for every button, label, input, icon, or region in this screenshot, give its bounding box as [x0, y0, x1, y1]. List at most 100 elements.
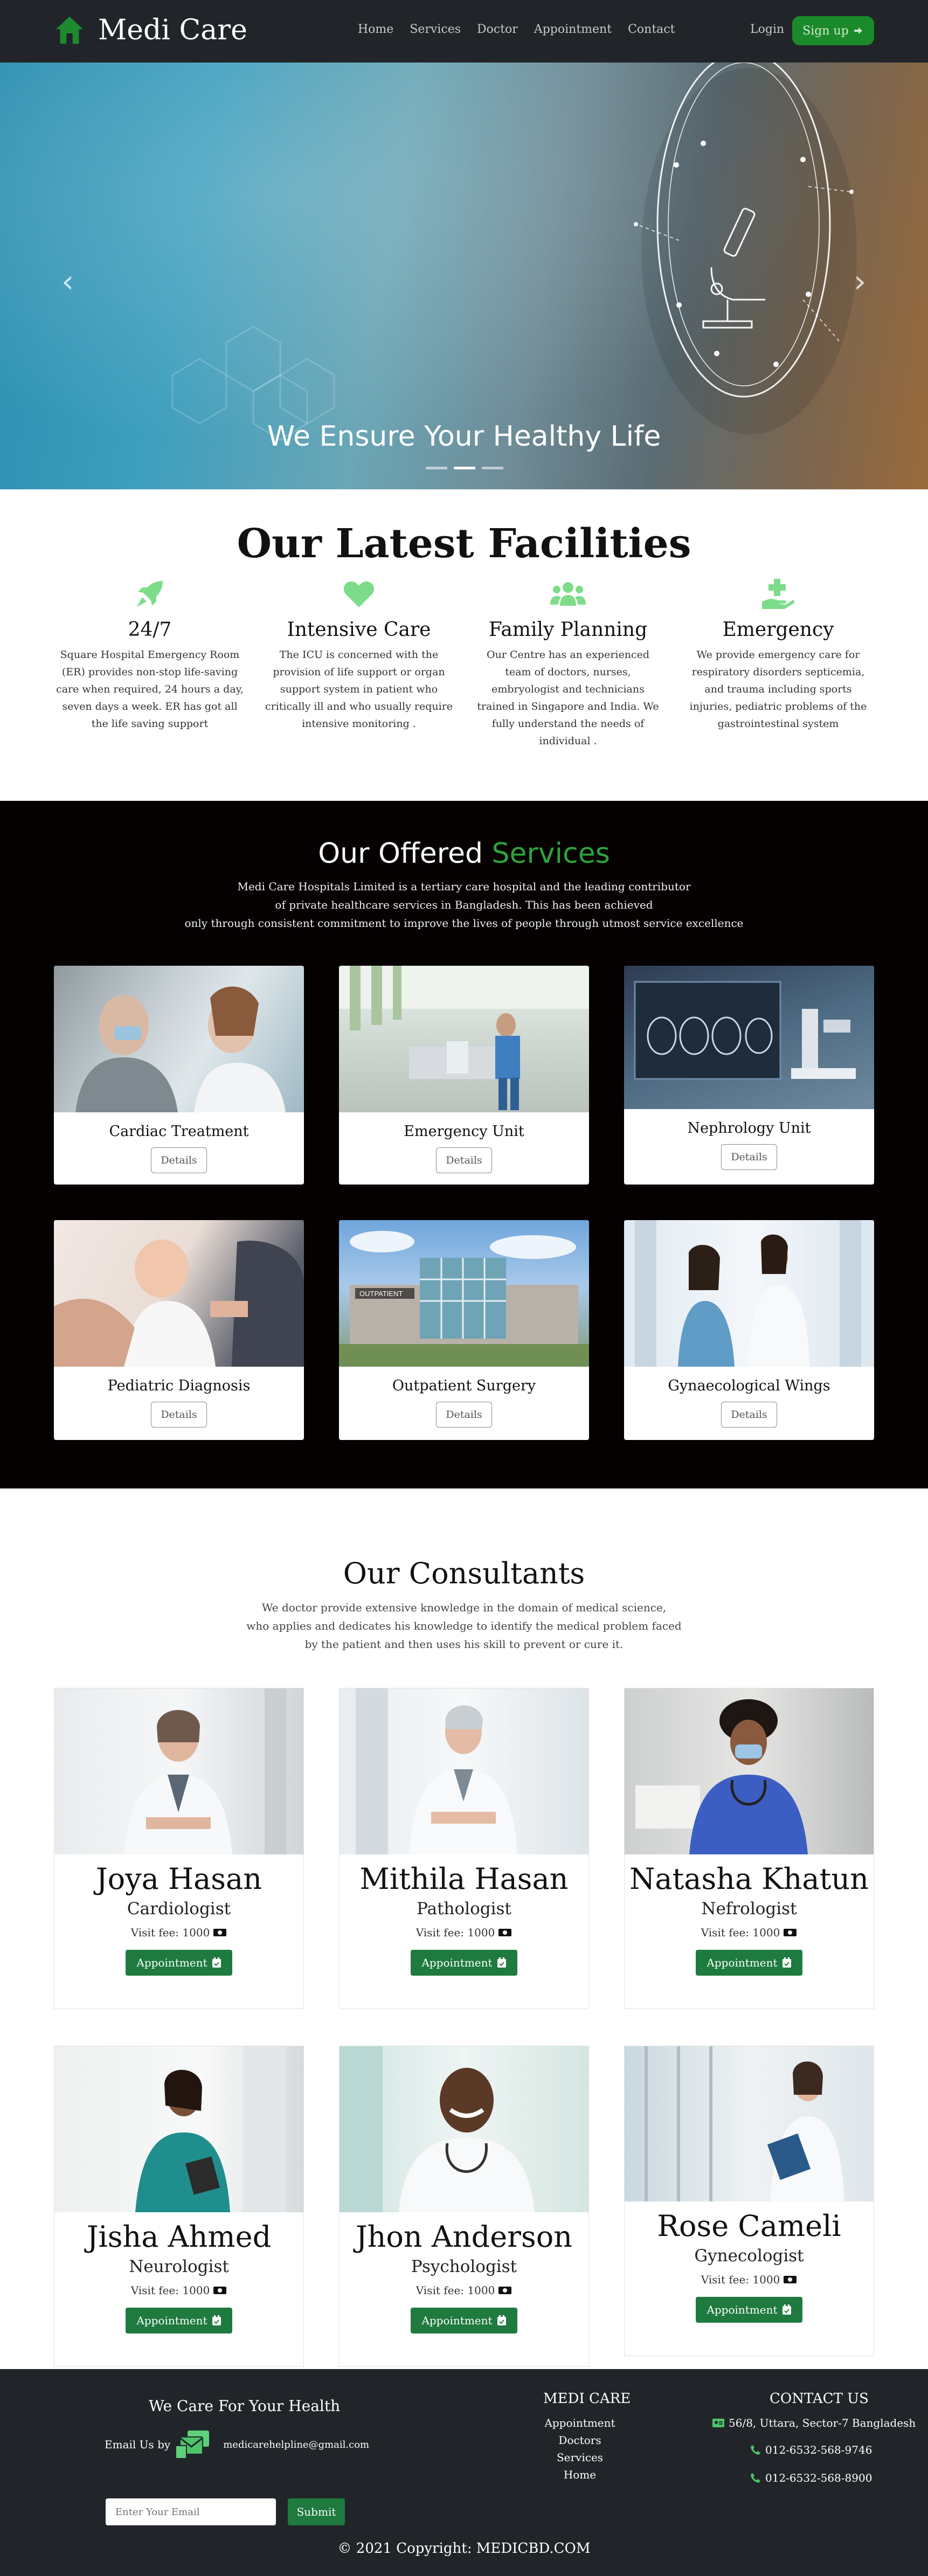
calendar-check-icon — [212, 2315, 221, 2325]
footer-phone-2: 012-6532-568-8900 — [750, 2471, 872, 2484]
facility-text: Square Hospital Emergency Room (ER) prov… — [56, 649, 244, 730]
doctor-specialty: Psychologist — [411, 2257, 517, 2276]
visit-fee-text: Visit fee: 1000 — [701, 2273, 780, 2286]
footer-address-text: 56/8, Uttara, Sector-7 Bangladesh — [729, 2416, 916, 2429]
signup-label: Sign up — [802, 24, 849, 38]
doctor-photo — [54, 2046, 303, 2212]
consultants-desc-line: We doctor provide extensive knowledge in… — [261, 1601, 667, 1614]
appointment-button[interactable]: Appointment — [126, 2308, 232, 2333]
newsletter-submit-button[interactable]: Submit — [288, 2498, 345, 2525]
service-card-cardiac: Cardiac Treatment Details — [54, 966, 304, 1185]
footer-link-home[interactable]: Home — [542, 2466, 618, 2483]
details-button[interactable]: Details — [436, 1147, 492, 1173]
calendar-check-icon — [497, 1957, 506, 1968]
carousel-prev-arrow[interactable]: ‹ — [61, 263, 74, 300]
hero-carousel: ‹ › We Ensure Your Healthy Life — [0, 63, 928, 489]
visit-fee: Visit fee: 1000 — [340, 1926, 588, 1939]
service-image-nephrology — [624, 966, 874, 1109]
home-icon — [56, 16, 84, 44]
carousel-indicator-2[interactable] — [454, 467, 475, 469]
appointment-button[interactable]: Appointment — [411, 1950, 517, 1976]
footer-email-address[interactable]: medicarehelpline@gmail.com — [223, 2439, 369, 2450]
navbar: Medi Care Home Services Doctor Appointme… — [0, 0, 928, 63]
details-button[interactable]: Details — [721, 1144, 777, 1170]
sign-in-icon — [854, 27, 862, 34]
facility-title: 24/7 — [128, 619, 172, 641]
service-name: Gynaecological Wings — [668, 1377, 830, 1394]
appointment-button[interactable]: Appointment — [696, 2297, 802, 2323]
services-title: Our Offered Services — [0, 837, 928, 870]
doctor-specialty: Nefrologist — [701, 1899, 797, 1919]
doctor-card-jhon-anderson: Jhon Anderson Psychologist Visit fee: 10… — [339, 2046, 589, 2367]
service-name: Nephrology Unit — [687, 1120, 811, 1137]
calendar-check-icon — [497, 2315, 506, 2325]
carousel-indicator-1[interactable] — [426, 467, 447, 469]
appointment-button[interactable]: Appointment — [411, 2308, 517, 2333]
services-title-main: Our Offered — [318, 837, 483, 870]
carousel-next-arrow[interactable]: › — [854, 263, 866, 300]
nav-links: Home Services Doctor Appointment Contact — [358, 23, 675, 36]
service-card-gynaecological: Gynaecological Wings Details — [624, 1220, 874, 1440]
carousel-indicator-3[interactable] — [482, 467, 503, 469]
doctor-name: Jisha Ahmed — [86, 2220, 272, 2254]
service-name: Emergency Unit — [404, 1123, 524, 1140]
nav-link-services[interactable]: Services — [410, 23, 461, 36]
brand-name: Medi Care — [98, 14, 247, 46]
heart-icon — [343, 581, 375, 607]
signup-button[interactable]: Sign up — [792, 16, 874, 45]
facility-24-7: 24/7 Square Hospital Emergency Room (ER)… — [54, 577, 246, 732]
visit-fee: Visit fee: 1000 — [340, 2284, 588, 2297]
facilities-title: Our Latest Facilities — [237, 521, 691, 567]
footer-phone-text[interactable]: 012-6532-568-9746 — [765, 2443, 872, 2456]
footer-links: Appointment Doctors Services Home — [542, 2414, 618, 2483]
carousel-indicators — [426, 467, 503, 469]
details-button[interactable]: Details — [436, 1402, 492, 1428]
appointment-label: Appointment — [136, 2314, 207, 2327]
money-bill-icon — [498, 1929, 512, 1936]
details-button[interactable]: Details — [151, 1147, 207, 1173]
nav-link-doctor[interactable]: Doctor — [477, 23, 518, 36]
services-section: Our Offered Services Medi Care Hospitals… — [0, 801, 928, 1488]
visit-fee-text: Visit fee: 1000 — [130, 1926, 210, 1939]
money-bill-icon — [784, 1929, 797, 1936]
footer-phone-text[interactable]: 012-6532-568-8900 — [765, 2471, 872, 2484]
nav-link-contact[interactable]: Contact — [628, 23, 675, 36]
visit-fee-text: Visit fee: 1000 — [130, 2284, 210, 2297]
details-button[interactable]: Details — [721, 1402, 777, 1428]
facility-family-planning: Family Planning Our Centre has an experi… — [472, 577, 664, 750]
service-name: Outpatient Surgery — [392, 1377, 536, 1394]
calendar-check-icon — [212, 1957, 221, 1968]
details-button[interactable]: Details — [151, 1402, 207, 1428]
footer-phone-1: 012-6532-568-9746 — [750, 2443, 872, 2456]
doctor-photo — [625, 1688, 874, 1854]
login-link[interactable]: Login — [750, 23, 784, 36]
footer-link-appointment[interactable]: Appointment — [542, 2414, 618, 2432]
brand[interactable]: Medi Care — [54, 14, 247, 46]
nav-link-appointment[interactable]: Appointment — [534, 23, 612, 36]
facility-intensive-care: Intensive Care The ICU is concerned with… — [263, 577, 455, 732]
doctor-name: Natasha Khatun — [629, 1862, 869, 1896]
appointment-button[interactable]: Appointment — [696, 1950, 802, 1976]
service-card-emergency: Emergency Unit Details — [339, 966, 589, 1185]
facility-title: Emergency — [722, 619, 834, 641]
visit-fee-text: Visit fee: 1000 — [415, 2284, 495, 2297]
calendar-check-icon — [782, 1957, 791, 1968]
service-name: Pediatric Diagnosis — [107, 1377, 251, 1394]
rocket-icon — [137, 581, 163, 607]
services-description: Medi Care Hospitals Limited is a tertiar… — [0, 877, 928, 932]
newsletter-email-input[interactable] — [106, 2498, 276, 2525]
footer-link-doctors[interactable]: Doctors — [542, 2432, 618, 2449]
appointment-button[interactable]: Appointment — [126, 1950, 232, 1976]
consultants-description: We doctor provide extensive knowledge in… — [0, 1598, 928, 1653]
appointment-label: Appointment — [421, 2314, 493, 2327]
service-image-gynaecological — [624, 1220, 874, 1367]
footer-address: 56/8, Uttara, Sector-7 Bangladesh — [712, 2416, 916, 2429]
service-name: Cardiac Treatment — [109, 1123, 249, 1140]
doctor-photo — [340, 2046, 588, 2212]
doctor-name: Joya Hasan — [96, 1862, 262, 1896]
footer-link-services[interactable]: Services — [542, 2449, 618, 2466]
services-desc-line: of private healthcare services in Bangla… — [275, 898, 653, 911]
doctor-specialty: Neurologist — [129, 2257, 229, 2276]
nav-link-home[interactable]: Home — [358, 23, 393, 36]
services-title-accent: Services — [491, 837, 610, 870]
